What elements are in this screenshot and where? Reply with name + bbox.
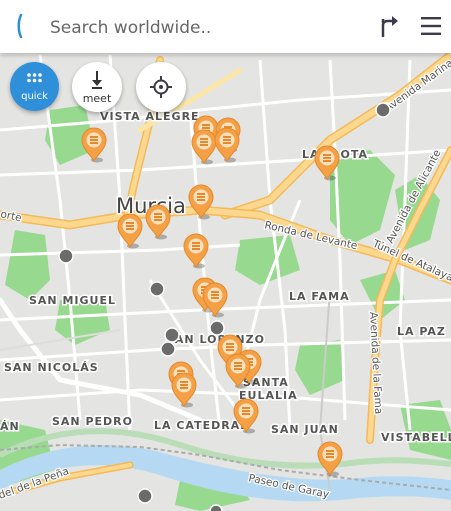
meet-icon: [92, 71, 102, 89]
meet-button[interactable]: meet: [72, 62, 122, 112]
label-san-pedro: SAN PEDRO: [52, 415, 133, 428]
quick-label: quick: [21, 91, 48, 102]
label-la-fama: LA FAMA: [289, 290, 350, 303]
label-san-nicolas: SAN NICOLÁS: [4, 361, 99, 374]
label-vistabella: VISTABELLA: [381, 431, 451, 444]
label-la-paz: LA PAZ: [397, 325, 446, 338]
label-san-anton: ÁN: [0, 420, 20, 433]
locate-button[interactable]: [136, 62, 186, 112]
search-input[interactable]: [48, 12, 352, 44]
label-vista-alegre: VISTA ALEGRE: [100, 110, 200, 123]
directions-icon[interactable]: [374, 13, 400, 39]
hamburger-menu-icon[interactable]: [419, 14, 443, 38]
back-arrow-icon[interactable]: [12, 13, 32, 39]
map-canvas[interactable]: VISTA ALEGRE LA FLOTA SAN MIGUEL LA FAMA…: [0, 0, 451, 511]
label-la-catedral: LA CATEDRAL: [154, 419, 248, 432]
quick-button[interactable]: quick: [10, 62, 59, 111]
meet-label: meet: [82, 92, 112, 105]
label-san-miguel: SAN MIGUEL: [29, 294, 116, 307]
crosshair-locate-icon: [150, 76, 172, 98]
search-bar: [0, 0, 451, 53]
label-san-juan: SAN JUAN: [271, 423, 339, 436]
apps-grid-icon: [27, 73, 42, 83]
